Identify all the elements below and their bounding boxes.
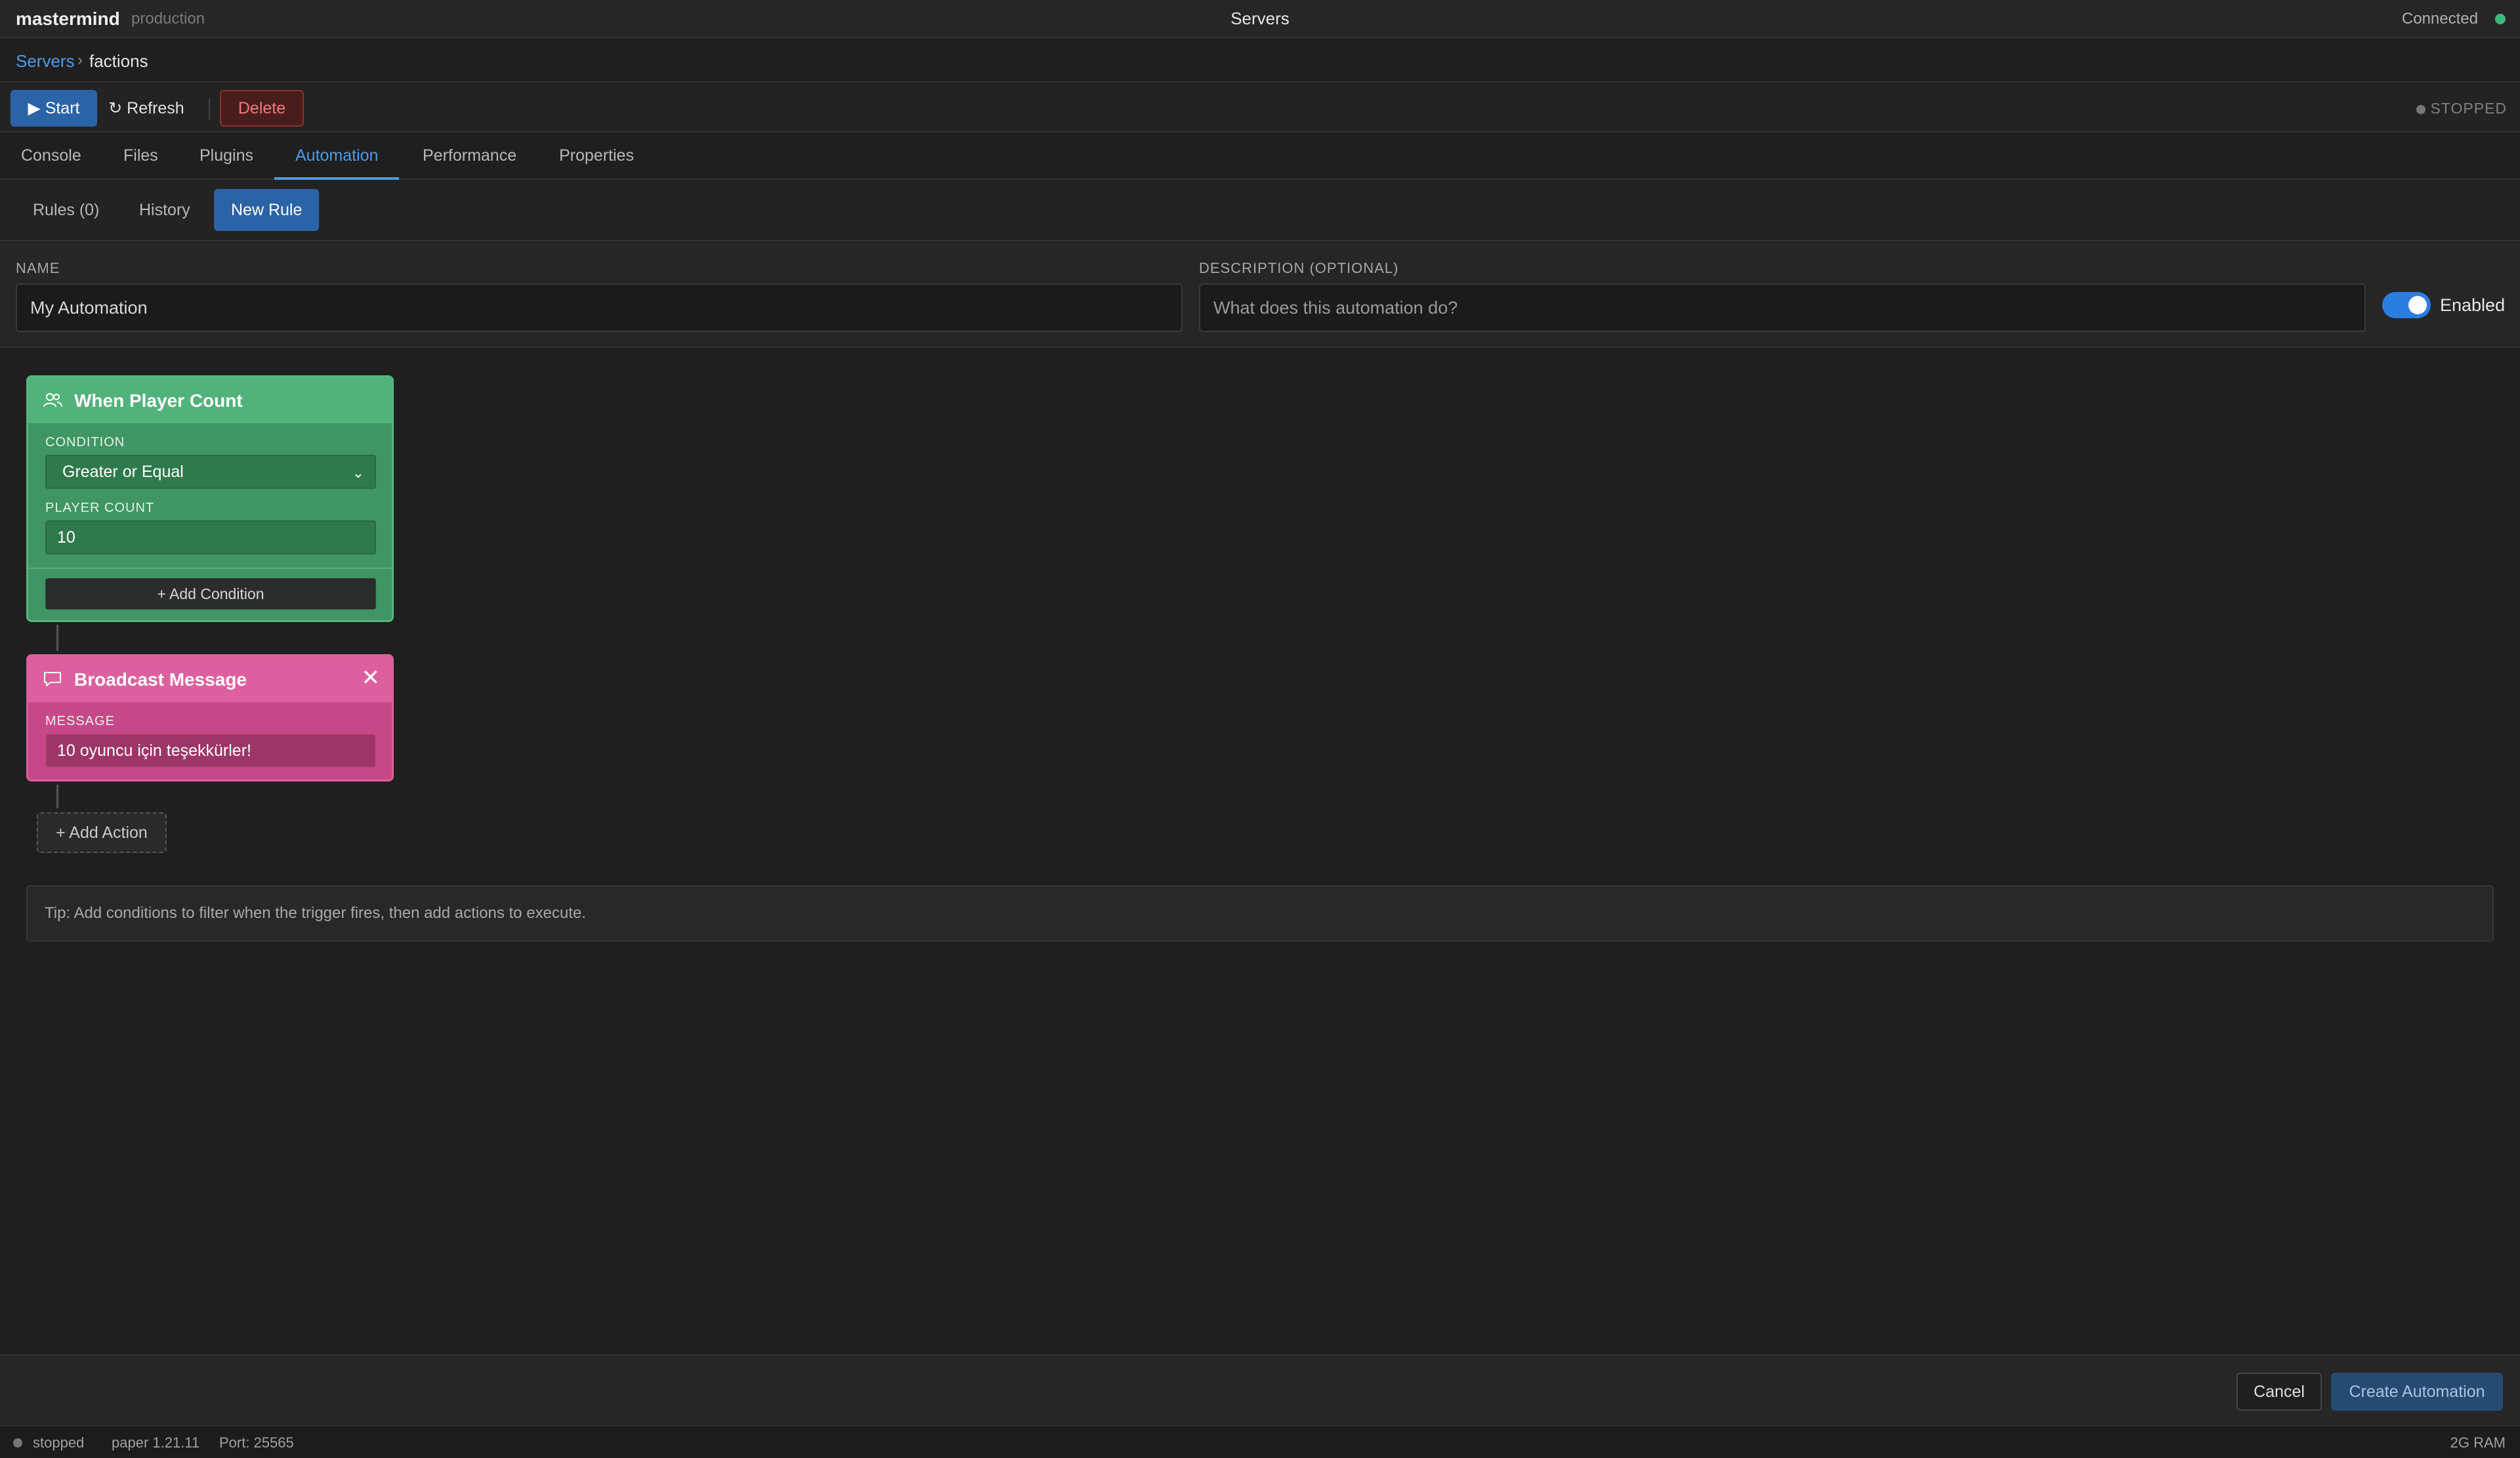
action-card: Broadcast Message ✕ MESSAGE 10 oyuncu iç… bbox=[26, 654, 394, 781]
breadcrumb-current: factions bbox=[89, 51, 148, 71]
card-divider bbox=[28, 568, 392, 569]
message-input[interactable]: 10 oyuncu için teşekkürler! bbox=[45, 734, 376, 768]
flow-connector bbox=[56, 625, 58, 651]
player-count-label: PLAYER COUNT bbox=[45, 501, 155, 515]
tab-files[interactable]: Files bbox=[102, 134, 179, 180]
server-state-badge: STOPPED bbox=[2416, 100, 2508, 117]
server-state-text: STOPPED bbox=[2430, 100, 2507, 117]
condition-select-value: Greater or Equal bbox=[62, 463, 184, 481]
trigger-card-header: When Player Count bbox=[28, 377, 392, 423]
delete-button[interactable]: Delete bbox=[220, 90, 304, 127]
tab-console[interactable]: Console bbox=[0, 134, 102, 180]
status-bar: stopped paper 1.21.11 Port: 25565 2G RAM bbox=[0, 1425, 2520, 1458]
player-count-input[interactable]: 10 bbox=[45, 520, 376, 554]
chevron-down-icon: ⌄ bbox=[352, 465, 364, 481]
statusbar-state: stopped bbox=[33, 1434, 85, 1451]
close-icon[interactable]: ✕ bbox=[362, 667, 381, 689]
start-button[interactable]: ▶ Start bbox=[10, 90, 97, 127]
toolbar-divider bbox=[209, 98, 210, 119]
trigger-card: When Player Count CONDITION Greater or E… bbox=[26, 375, 394, 622]
tab-performance[interactable]: Performance bbox=[402, 134, 537, 180]
refresh-button[interactable]: ↻ Refresh bbox=[104, 90, 189, 127]
title-bar: mastermind production Servers Connected bbox=[0, 0, 2520, 38]
message-icon bbox=[44, 672, 61, 686]
condition-select[interactable]: Greater or Equal ⌄ bbox=[45, 455, 376, 489]
cancel-button[interactable]: Cancel bbox=[2236, 1373, 2322, 1411]
statusbar-version: paper 1.21.11 bbox=[112, 1434, 200, 1451]
tab-automation[interactable]: Automation bbox=[274, 134, 400, 180]
action-card-header: Broadcast Message ✕ bbox=[28, 656, 392, 702]
statusbar-ram: 2G RAM bbox=[2450, 1434, 2506, 1451]
form-footer: Cancel Create Automation bbox=[0, 1354, 2520, 1425]
add-action-button[interactable]: + Add Action bbox=[37, 812, 167, 853]
connection-status-dot-icon bbox=[2495, 14, 2506, 24]
trigger-title: When Player Count bbox=[74, 390, 243, 411]
connection-status: Connected bbox=[2401, 10, 2478, 28]
tip-banner: Tip: Add conditions to filter when the t… bbox=[26, 885, 2494, 942]
message-label: MESSAGE bbox=[45, 714, 115, 728]
name-label: NAME bbox=[16, 260, 60, 276]
status-dot-icon bbox=[2416, 104, 2426, 114]
enabled-toggle[interactable] bbox=[2382, 292, 2431, 318]
automation-subtabs: Rules (0) History New Rule bbox=[0, 180, 2520, 241]
action-title: Broadcast Message bbox=[74, 669, 247, 690]
name-input[interactable]: My Automation bbox=[16, 283, 1183, 332]
server-tabs: Console Files Plugins Automation Perform… bbox=[0, 134, 2520, 180]
add-condition-button[interactable]: + Add Condition bbox=[45, 578, 376, 610]
subtab-history[interactable]: History bbox=[122, 189, 207, 231]
breadcrumb-separator-icon: › bbox=[77, 51, 83, 69]
subtab-rules[interactable]: Rules (0) bbox=[16, 189, 116, 231]
tab-properties[interactable]: Properties bbox=[538, 134, 655, 180]
users-icon bbox=[43, 393, 62, 407]
create-automation-button[interactable]: Create Automation bbox=[2331, 1373, 2503, 1411]
breadcrumb-servers-link[interactable]: Servers bbox=[16, 51, 75, 72]
description-label: DESCRIPTION (OPTIONAL) bbox=[1199, 260, 1399, 276]
tab-plugins[interactable]: Plugins bbox=[178, 134, 274, 180]
statusbar-port: Port: 25565 bbox=[219, 1434, 294, 1451]
flow-connector bbox=[56, 785, 58, 808]
server-toolbar: ▶ Start ↻ Refresh Delete STOPPED bbox=[0, 84, 2520, 133]
rule-form: NAME My Automation DESCRIPTION (OPTIONAL… bbox=[0, 243, 2520, 348]
enabled-label: Enabled bbox=[2440, 295, 2506, 315]
breadcrumb: Servers › factions bbox=[0, 39, 2520, 83]
toggle-knob bbox=[2408, 296, 2427, 314]
subtab-new-rule[interactable]: New Rule bbox=[214, 189, 320, 231]
server-status-dot-icon bbox=[13, 1438, 22, 1448]
window-title: Servers bbox=[1230, 9, 1290, 28]
condition-label: CONDITION bbox=[45, 435, 125, 449]
description-input[interactable]: What does this automation do? bbox=[1199, 283, 2366, 332]
